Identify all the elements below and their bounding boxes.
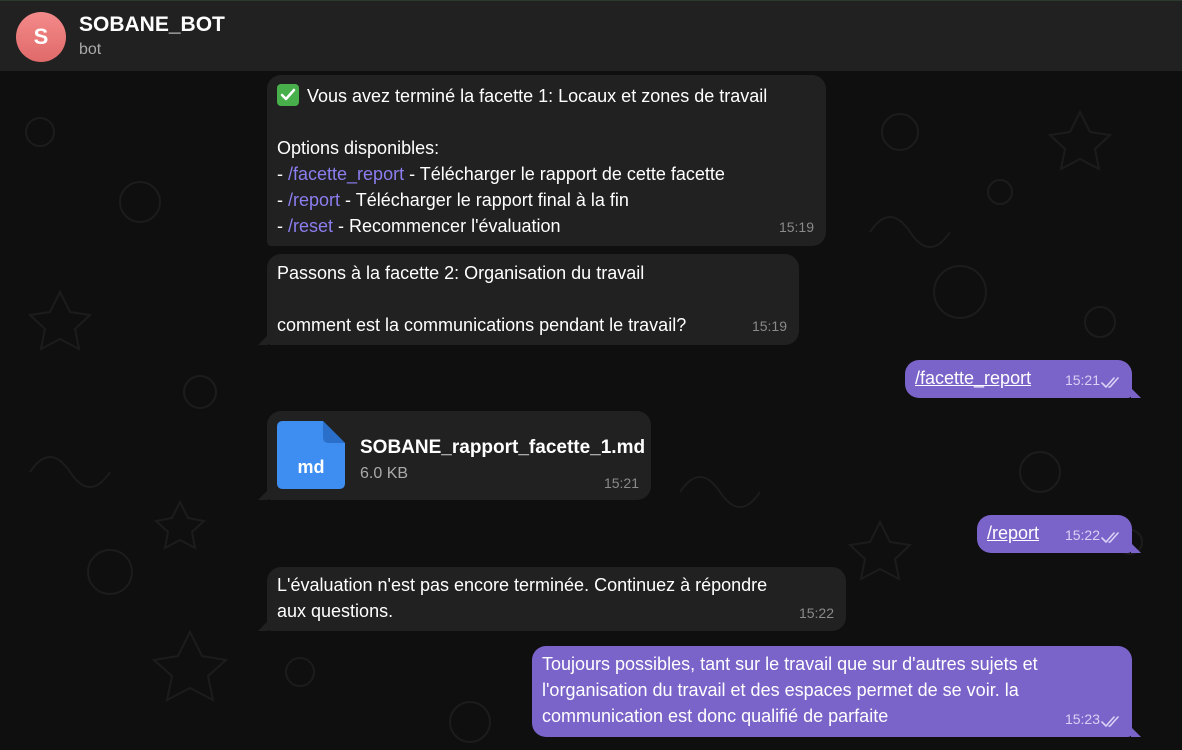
message-time: 15:19 — [778, 219, 814, 235]
message-text: Options disponibles: — [277, 138, 440, 158]
option-description: - Recommencer l'évaluation — [333, 216, 561, 236]
bubble-tail — [258, 490, 268, 500]
chat-title: SOBANE_BOT — [79, 13, 225, 36]
file-size: 6.0 KB — [360, 465, 409, 482]
option-line: - /facette_report - Télécharger le rappo… — [277, 161, 767, 187]
option-line: - /reset - Recommencer l'évaluation — [277, 213, 767, 239]
message-text: l'organisation du travail et des espaces… — [542, 680, 1019, 700]
message-incoming[interactable]: Vous avez terminé la facette 1: Locaux e… — [267, 75, 826, 246]
file-extension-label: md — [297, 457, 325, 477]
message-text: communication est donc qualifié de parfa… — [542, 706, 889, 726]
double-check-icon — [1101, 377, 1119, 388]
option-description: - Télécharger le rapport de cette facett… — [404, 164, 725, 184]
check-mark-icon — [277, 84, 299, 106]
message-time: 15:22 — [798, 605, 834, 621]
message-incoming[interactable]: Passons à la facette 2: Organisation du … — [267, 254, 799, 345]
avatar[interactable]: S — [16, 12, 66, 62]
file-name[interactable]: SOBANE_rapport_facette_1.md — [360, 435, 645, 461]
command-link-report[interactable]: /report — [987, 520, 1039, 546]
command-link-facette-report[interactable]: /facette_report — [915, 365, 1031, 391]
message-text: Passons à la facette 2: Organisation du … — [277, 263, 645, 283]
bubble-tail — [1131, 727, 1141, 737]
message-time: 15:22 — [1064, 527, 1100, 543]
message-time: 15:21 — [603, 475, 639, 491]
option-line: - /report - Télécharger le rapport final… — [277, 187, 767, 213]
message-time: 15:23 — [1064, 711, 1100, 727]
message-text: Toujours possibles, tant sur le travail … — [542, 654, 1038, 674]
message-text: L'évaluation n'est pas encore terminée. … — [277, 575, 768, 595]
message-time: 15:21 — [1064, 372, 1100, 388]
double-check-icon — [1101, 716, 1119, 727]
message-time: 15:19 — [751, 318, 787, 334]
bubble-tail — [258, 335, 268, 345]
message-outgoing[interactable]: /facette_report 15:21 — [905, 360, 1132, 398]
message-text: aux questions. — [277, 601, 394, 621]
message-text: Vous avez terminé la facette 1: Locaux e… — [307, 86, 768, 106]
command-link-facette-report[interactable]: /facette_report — [288, 164, 404, 184]
double-check-icon — [1101, 532, 1119, 543]
bubble-tail — [1131, 543, 1141, 553]
message-text: comment est la communications pendant le… — [277, 315, 687, 335]
option-prefix: - — [277, 190, 288, 210]
option-prefix: - — [277, 216, 288, 236]
chat-subtitle: bot — [79, 41, 102, 58]
file-message[interactable]: md SOBANE_rapport_facette_1.md 6.0 KB 15… — [267, 411, 651, 500]
option-description: - Télécharger le rapport final à la fin — [340, 190, 629, 210]
message-incoming[interactable]: L'évaluation n'est pas encore terminée. … — [267, 567, 846, 631]
message-outgoing[interactable]: /report 15:22 — [977, 515, 1132, 553]
option-prefix: - — [277, 164, 288, 184]
command-link-report[interactable]: /report — [288, 190, 340, 210]
bubble-tail — [1131, 388, 1141, 398]
command-link-reset[interactable]: /reset — [288, 216, 333, 236]
chat-header[interactable]: S SOBANE_BOT bot — [0, 0, 1182, 71]
message-outgoing[interactable]: Toujours possibles, tant sur le travail … — [532, 646, 1132, 737]
bubble-tail — [258, 621, 268, 631]
message-text-line: Vous avez terminé la facette 1: Locaux e… — [277, 83, 767, 109]
